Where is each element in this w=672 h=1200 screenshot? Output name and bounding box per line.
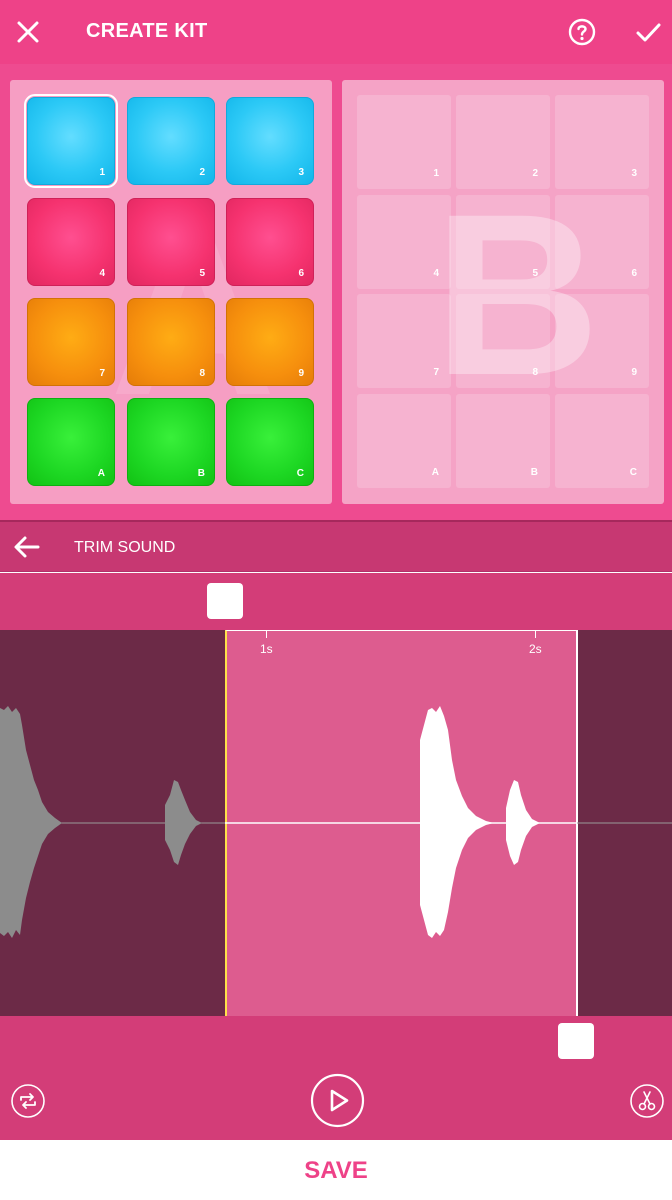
waveform-burst-4	[506, 780, 540, 865]
pad-label: 3	[298, 167, 304, 178]
waveform-burst-3	[420, 706, 494, 938]
bank-b: B 123456789ABC	[342, 80, 664, 504]
trim-start-handle[interactable]	[207, 583, 243, 619]
pad-label: 1	[433, 168, 439, 179]
pad-b-9[interactable]: 9	[555, 294, 649, 388]
pad-label: B	[530, 467, 538, 478]
kit-editor: A 123456789ABC B 123456789ABC	[0, 64, 672, 520]
loop-icon[interactable]	[10, 1083, 46, 1119]
pad-a-c[interactable]: C	[226, 398, 314, 486]
pad-label: A	[431, 467, 439, 478]
pad-a-6[interactable]: 6	[226, 198, 314, 286]
pad-a-5[interactable]: 5	[127, 198, 215, 286]
pad-a-9[interactable]: 9	[226, 298, 314, 386]
pad-a-b[interactable]: B	[127, 398, 215, 486]
pad-b-a[interactable]: A	[357, 394, 451, 488]
close-icon[interactable]	[6, 10, 50, 54]
pad-b-3[interactable]: 3	[555, 95, 649, 189]
page-title: CREATE KIT	[86, 20, 208, 42]
pad-b-7[interactable]: 7	[357, 294, 451, 388]
pad-label: 5	[199, 268, 205, 279]
pad-a-a[interactable]: A	[27, 398, 115, 486]
pad-a-8[interactable]: 8	[127, 298, 215, 386]
pad-b-5[interactable]: 5	[456, 195, 550, 289]
trim-title: TRIM SOUND	[74, 539, 176, 556]
pad-label: 8	[199, 368, 205, 379]
pad-b-4[interactable]: 4	[357, 195, 451, 289]
pad-a-3[interactable]: 3	[226, 97, 314, 185]
trim-end-handle[interactable]	[558, 1023, 594, 1059]
pad-label: B	[197, 468, 205, 479]
pad-label: 5	[532, 268, 538, 279]
check-icon[interactable]	[630, 14, 666, 50]
pad-a-7[interactable]: 7	[27, 298, 115, 386]
save-button[interactable]: SAVE	[0, 1157, 672, 1185]
pad-label: 4	[433, 268, 439, 279]
pad-label: 6	[298, 268, 304, 279]
timeline-label-2s: 2s	[529, 642, 542, 656]
help-icon[interactable]	[566, 16, 598, 48]
app-bar: CREATE KIT	[0, 0, 672, 64]
pad-label: 3	[631, 168, 637, 179]
timeline-tick-1s	[266, 630, 267, 638]
pad-a-4[interactable]: 4	[27, 198, 115, 286]
trim-header: TRIM SOUND	[0, 520, 672, 572]
pad-a-2[interactable]: 2	[127, 97, 215, 185]
pad-b-6[interactable]: 6	[555, 195, 649, 289]
pad-b-1[interactable]: 1	[357, 95, 451, 189]
pad-b-2[interactable]: 2	[456, 95, 550, 189]
pad-label: 2	[199, 167, 205, 178]
timeline-tick-2s	[535, 630, 536, 638]
waveform	[0, 706, 672, 938]
waveform-burst-2	[165, 780, 202, 865]
waveform-burst-1	[0, 706, 62, 938]
scissors-icon[interactable]	[629, 1083, 665, 1119]
pad-label: 1	[99, 167, 105, 178]
pad-a-1[interactable]: 1	[24, 94, 118, 188]
pad-label: 6	[631, 268, 637, 279]
arrow-left-icon[interactable]	[12, 534, 42, 560]
pad-label: 8	[532, 367, 538, 378]
pad-b-c[interactable]: C	[555, 394, 649, 488]
pad-label: A	[97, 468, 105, 479]
start-handle-track	[0, 573, 672, 630]
timeline-label-1s: 1s	[260, 642, 273, 656]
pad-label: 7	[99, 368, 105, 379]
pad-b-b[interactable]: B	[456, 394, 550, 488]
pad-label: 4	[99, 268, 105, 279]
save-bar: SAVE	[0, 1140, 672, 1200]
play-icon[interactable]	[310, 1073, 365, 1128]
pad-label: 7	[433, 367, 439, 378]
pad-b-8[interactable]: 8	[456, 294, 550, 388]
pad-label: 9	[631, 367, 637, 378]
pad-label: 2	[532, 168, 538, 179]
bank-a: A 123456789ABC	[10, 80, 332, 504]
pad-label: C	[629, 467, 637, 478]
pad-label: 9	[298, 368, 304, 379]
pad-label: C	[296, 468, 304, 479]
